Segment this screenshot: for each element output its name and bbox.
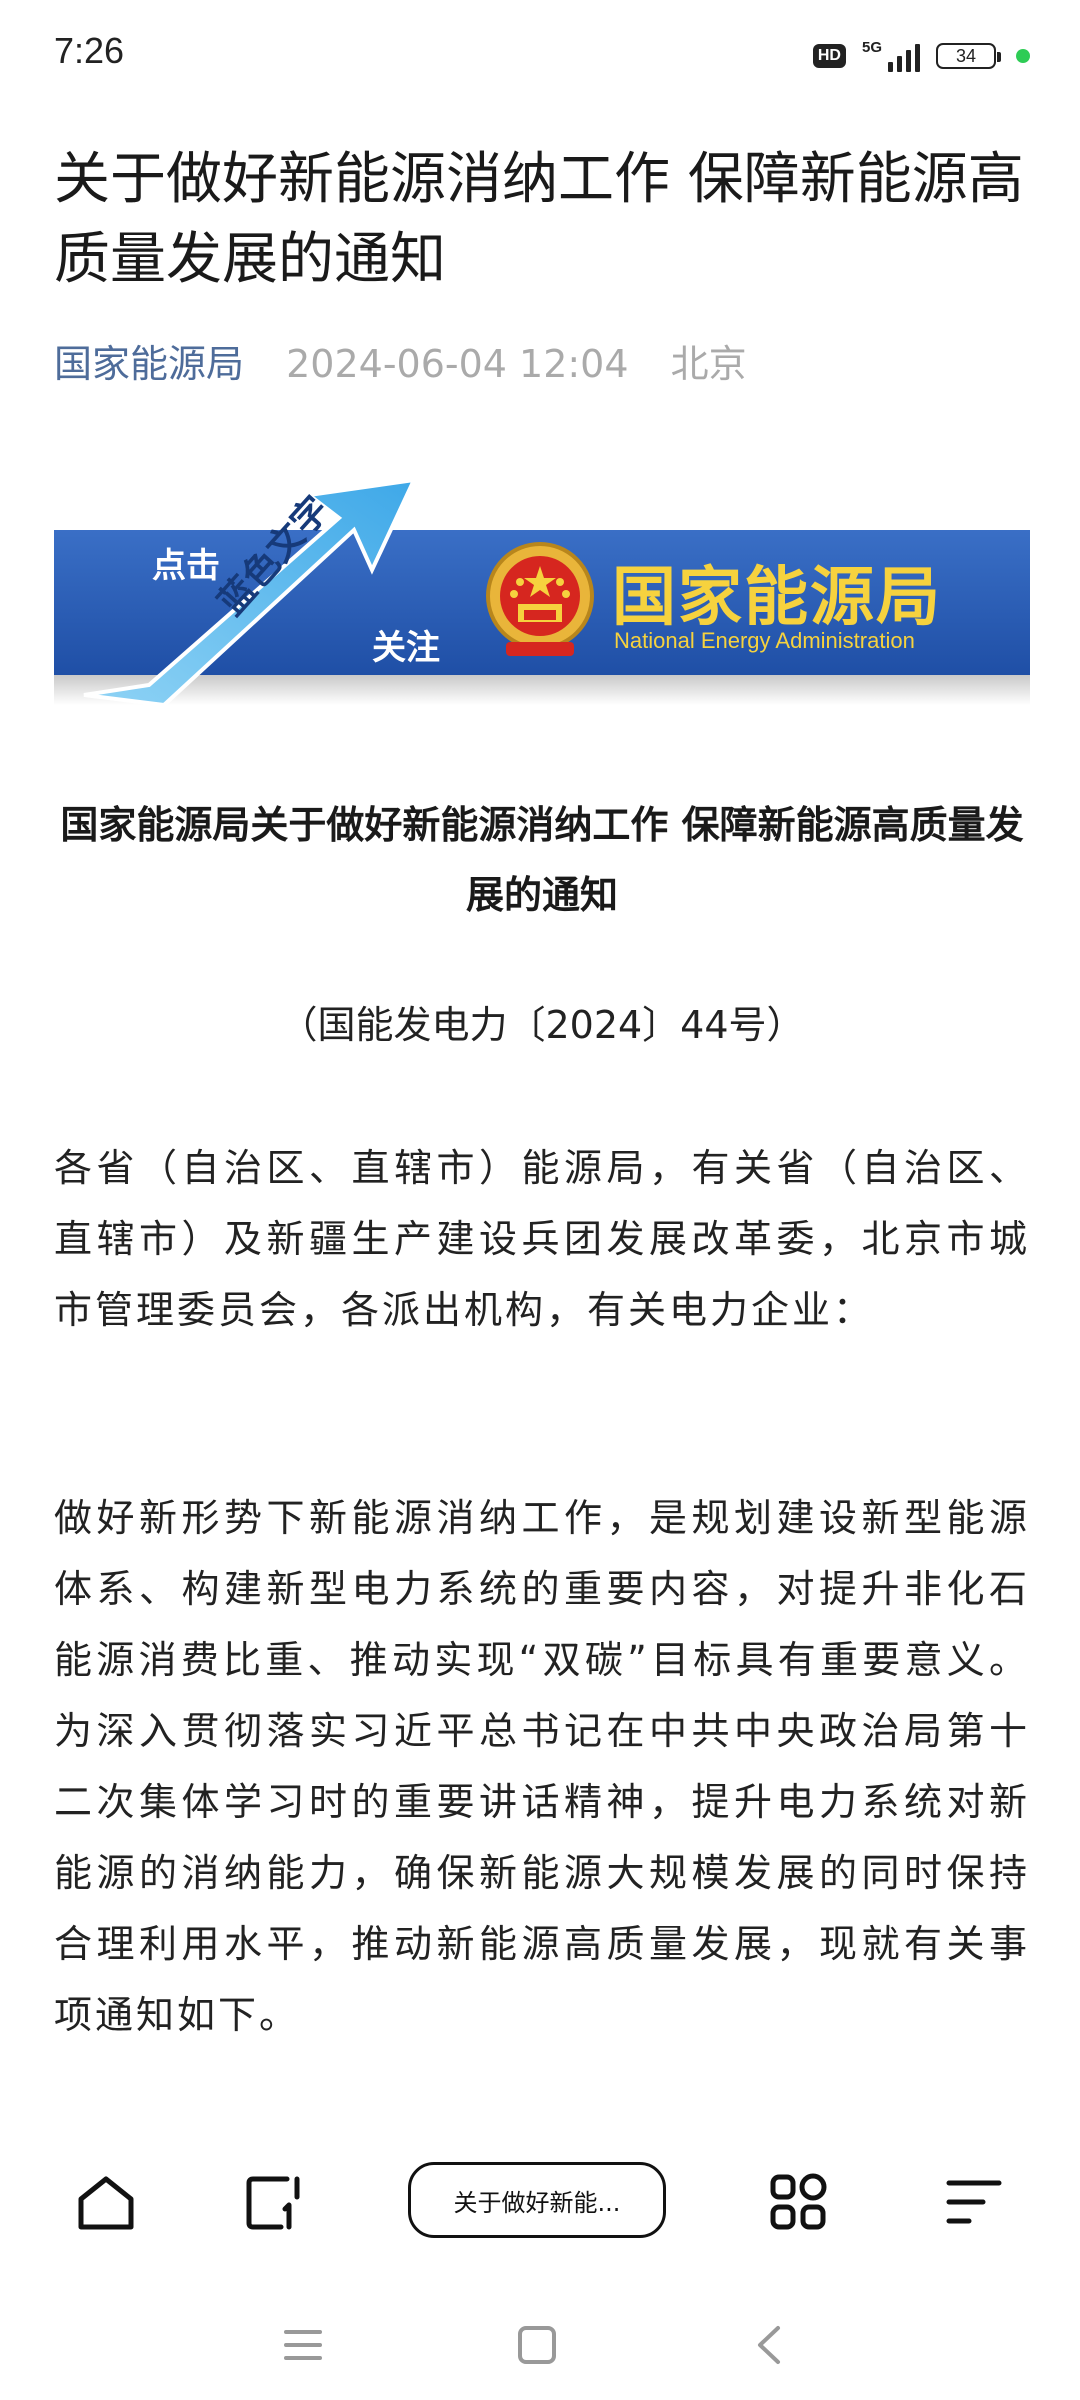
current-tab-button[interactable]: 关于做好新能... xyxy=(408,2162,666,2238)
signal-icon: 5G xyxy=(862,40,920,72)
network-type: 5G xyxy=(861,39,882,56)
publish-location: 北京 xyxy=(670,342,747,386)
current-tab-title: 关于做好新能... xyxy=(453,2188,621,2217)
national-emblem-icon xyxy=(486,542,594,656)
follow-banner[interactable]: 点击 蓝色文字 关注 国家能源局 National Energy Adminis… xyxy=(54,470,1030,725)
back-icon[interactable] xyxy=(736,2310,806,2380)
menu-icon[interactable] xyxy=(934,2162,1014,2242)
banner-follow-text: 关注 xyxy=(372,628,440,668)
document-title: 国家能源局关于做好新能源消纳工作 保障新能源高质量发展的通知 xyxy=(60,803,1024,917)
battery-icon: 34 xyxy=(936,43,1001,69)
article-meta: 国家能源局 2024-06-04 12:04 北京 xyxy=(54,334,747,394)
banner-click-text: 点击 xyxy=(152,546,220,586)
home-icon[interactable] xyxy=(66,2162,146,2242)
battery-level: 34 xyxy=(955,45,977,66)
grid-icon[interactable] xyxy=(758,2162,838,2242)
hd-badge: HD xyxy=(812,44,846,68)
home-square-icon[interactable] xyxy=(502,2310,572,2380)
document-number: （国能发电力〔2024〕44号） xyxy=(279,1003,805,1047)
body-paragraph: 做好新形势下新能源消纳工作，是规划建设新型能源体系、构建新型电力系统的重要内容，… xyxy=(54,1496,1030,2037)
body-paragraph: 各省（自治区、直辖市）能源局，有关省（自治区、直辖市）及新疆生产建设兵团发展改革… xyxy=(54,1146,1030,1332)
article-headline: 关于做好新能源消纳工作 保障新能源高质量发展的通知 xyxy=(54,147,1024,292)
banner-agency-name: 国家能源局 xyxy=(612,560,942,635)
status-time: 7:26 xyxy=(54,30,125,71)
publish-date: 2024-06-04 12:04 xyxy=(286,342,629,386)
source-link[interactable]: 国家能源局 xyxy=(54,342,244,386)
banner-agency-name-en: National Energy Administration xyxy=(614,628,915,653)
privacy-indicator-dot xyxy=(1016,49,1030,63)
system-nav-bar xyxy=(0,2290,1080,2400)
new-tab-icon[interactable] xyxy=(234,2162,314,2242)
status-bar: 7:26 HD 5G 34 xyxy=(0,0,1080,110)
status-icons: HD 5G 34 xyxy=(812,36,1030,76)
recent-apps-icon[interactable] xyxy=(268,2310,338,2380)
browser-toolbar: 关于做好新能... xyxy=(0,2140,1080,2260)
